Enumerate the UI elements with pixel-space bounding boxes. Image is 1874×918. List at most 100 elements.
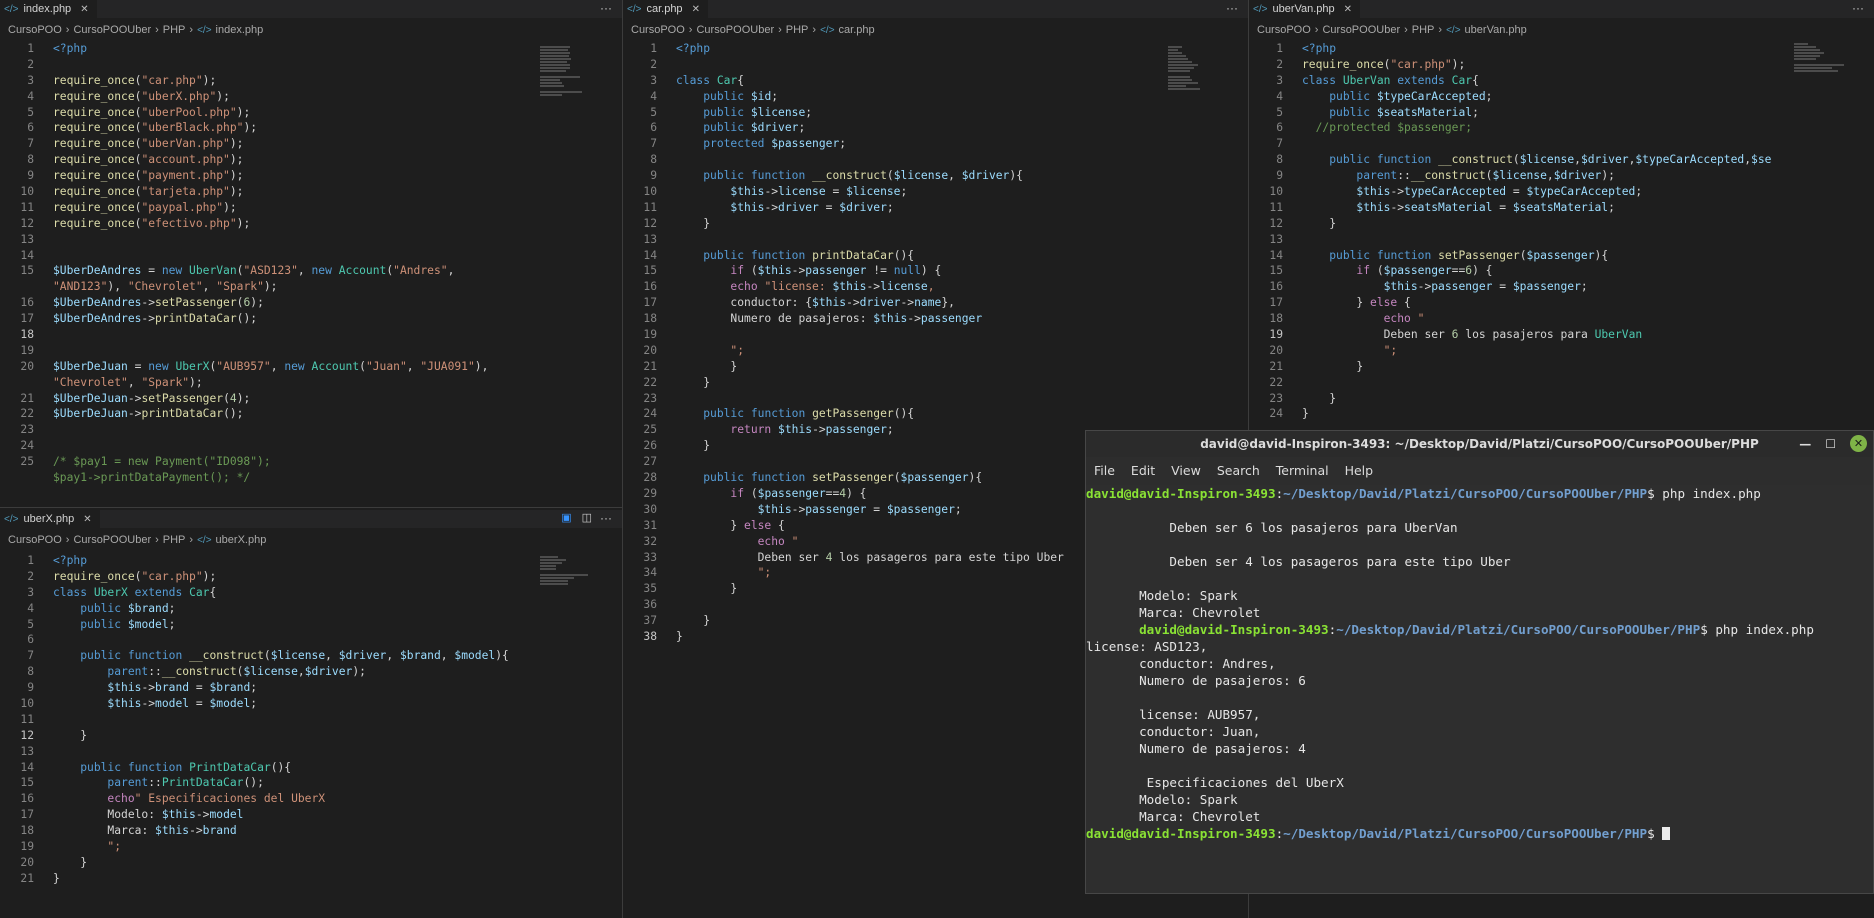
code-line[interactable]: 9 public function __construct($license, … <box>623 168 1248 184</box>
code-line[interactable]: 8 <box>623 152 1248 168</box>
code-line[interactable]: 22 $UberDeJuan->printDataCar(); <box>0 406 622 422</box>
code-line[interactable]: 14 public function setPassenger($passeng… <box>1249 248 1874 264</box>
code-line[interactable]: 16 $this->passenger = $passenger; <box>1249 279 1874 295</box>
code-line[interactable]: 6 //protected $passenger; <box>1249 120 1874 136</box>
close-icon[interactable]: ✕ <box>692 4 700 15</box>
code-line[interactable]: 1 <?php <box>0 553 622 569</box>
minimap[interactable] <box>1168 45 1228 115</box>
code-line[interactable]: 11 $this->seatsMaterial = $seatsMaterial… <box>1249 200 1874 216</box>
terminal-window[interactable]: david@david-Inspiron-3493: ~/Desktop/Dav… <box>1085 430 1874 894</box>
tab-index-php[interactable]: </> index.php ✕ <box>0 0 97 18</box>
code-line[interactable]: 16 echo "license: $this->license, <box>623 279 1248 295</box>
code-area[interactable]: 1 <?php 2 require_once("car.php"); 3 class Ub… <box>1249 41 1874 422</box>
code-line[interactable]: "Chevrolet", "Spark"); <box>0 375 622 391</box>
code-line[interactable]: 21 $UberDeJuan->setPassenger(4); <box>0 391 622 407</box>
minimap[interactable] <box>540 555 600 625</box>
more-actions-icon[interactable]: ··· <box>1852 1 1864 15</box>
code-line[interactable]: 20 } <box>0 855 622 871</box>
code-line[interactable]: 6 require_once("uberBlack.php"); <box>0 120 622 136</box>
code-line[interactable]: 14 public function PrintDataCar(){ <box>0 760 622 776</box>
more-actions-icon[interactable]: ··· <box>600 1 612 15</box>
code-line[interactable]: 12 } <box>1249 216 1874 232</box>
code-line[interactable]: 19 Deben ser 6 los pasajeros para UberVa… <box>1249 327 1874 343</box>
code-line[interactable]: 23 <box>0 422 622 438</box>
code-line[interactable]: 11 require_once("paypal.php"); <box>0 200 622 216</box>
code-line[interactable]: $pay1->printDataPayment(); */ <box>0 470 622 486</box>
code-line[interactable]: 1 <?php <box>623 41 1248 57</box>
code-line[interactable]: 21 } <box>623 359 1248 375</box>
code-line[interactable]: 24 public function getPassenger(){ <box>623 406 1248 422</box>
code-line[interactable]: 23 <box>623 391 1248 407</box>
breadcrumb-item[interactable]: index.php <box>216 24 264 36</box>
breadcrumb-item[interactable]: PHP <box>163 24 186 36</box>
code-line[interactable]: 7 <box>1249 136 1874 152</box>
code-line[interactable]: 4 require_once("uberX.php"); <box>0 89 622 105</box>
code-line[interactable]: 14 <box>0 248 622 264</box>
close-icon[interactable]: ✕ <box>1850 435 1867 452</box>
close-icon[interactable]: ✕ <box>1344 4 1352 15</box>
code-line[interactable]: 17 Modelo: $this->model <box>0 807 622 823</box>
code-line[interactable]: 25 /* $pay1 = new Payment("ID098"); <box>0 454 622 470</box>
code-line[interactable]: 8 require_once("account.php"); <box>0 152 622 168</box>
breadcrumb-item[interactable]: CursoPOO <box>631 24 685 36</box>
code-area[interactable]: 1 <?php 2 require_once("car.php"); 3 class Ub… <box>0 553 622 887</box>
code-line[interactable]: 24 <box>0 438 622 454</box>
minimize-icon[interactable]: — <box>1799 437 1811 451</box>
breadcrumb-item[interactable]: uberVan.php <box>1465 24 1527 36</box>
more-actions-icon[interactable]: ··· <box>1226 1 1238 15</box>
code-line[interactable]: 21} <box>0 871 622 887</box>
code-line[interactable]: 5 require_once("uberPool.php"); <box>0 105 622 121</box>
breadcrumb-item[interactable]: CursoPOO <box>8 24 62 36</box>
code-line[interactable]: 7 protected $passenger; <box>623 136 1248 152</box>
code-line[interactable]: 13 <box>0 744 622 760</box>
more-actions-icon[interactable]: ··· <box>600 511 612 525</box>
breadcrumb-item[interactable]: PHP <box>1412 24 1435 36</box>
code-line[interactable]: 22 <box>1249 375 1874 391</box>
code-line[interactable]: 19 <box>623 327 1248 343</box>
breadcrumb-item[interactable]: CursoPOOUber <box>1322 24 1400 36</box>
code-line[interactable]: 8 public function __construct($license,$… <box>1249 152 1874 168</box>
window-titlebar[interactable]: david@david-Inspiron-3493: ~/Desktop/Dav… <box>1086 431 1873 457</box>
code-line[interactable]: 18 Numero de pasajeros: $this->passenger <box>623 311 1248 327</box>
breadcrumb-item[interactable]: car.php <box>839 24 875 36</box>
pane-divider[interactable] <box>0 507 622 508</box>
code-line[interactable]: "AND123"), "Chevrolet", "Spark"); <box>0 279 622 295</box>
breadcrumb-item[interactable]: CursoPOO <box>1257 24 1311 36</box>
code-line[interactable]: 5 public $model; <box>0 617 622 633</box>
code-line[interactable]: 12 require_once("efectivo.php"); <box>0 216 622 232</box>
code-line[interactable]: 11 <box>0 712 622 728</box>
code-line[interactable]: 13 <box>1249 232 1874 248</box>
pane-divider[interactable] <box>622 0 623 918</box>
breadcrumb-item[interactable]: CursoPOO <box>8 534 62 546</box>
code-line[interactable]: 7 public function __construct($license, … <box>0 648 622 664</box>
code-line[interactable]: 2 require_once("car.php"); <box>1249 57 1874 73</box>
code-line[interactable]: 9 $this->brand = $brand; <box>0 680 622 696</box>
menu-view[interactable]: View <box>1171 463 1201 478</box>
code-line[interactable]: 3 class UberX extends Car{ <box>0 585 622 601</box>
code-line[interactable]: 16 $UberDeAndres->setPassenger(6); <box>0 295 622 311</box>
code-line[interactable]: 3 class UberVan extends Car{ <box>1249 73 1874 89</box>
breadcrumb-item[interactable]: PHP <box>786 24 809 36</box>
code-line[interactable]: 17 conductor: {$this->driver->name}, <box>623 295 1248 311</box>
code-line[interactable]: 15 parent::PrintDataCar(); <box>0 775 622 791</box>
breadcrumb-item[interactable]: CursoPOOUber <box>73 534 151 546</box>
breadcrumb-item[interactable]: uberX.php <box>216 534 267 546</box>
code-line[interactable]: 21 } <box>1249 359 1874 375</box>
code-line[interactable]: 4 public $id; <box>623 89 1248 105</box>
code-line[interactable]: 23 } <box>1249 391 1874 407</box>
minimap[interactable] <box>540 45 600 115</box>
split-editor-icon[interactable]: ◫ <box>582 511 592 524</box>
code-line[interactable]: 2 <box>623 57 1248 73</box>
code-line[interactable]: 2 require_once("car.php"); <box>0 569 622 585</box>
tab-uberx-php[interactable]: </> uberX.php ✕ <box>0 510 100 528</box>
menu-file[interactable]: File <box>1094 463 1115 478</box>
code-line[interactable]: 18 <box>0 327 622 343</box>
code-line[interactable]: 12 } <box>0 728 622 744</box>
code-line[interactable]: 9 parent::__construct($license,$driver); <box>1249 168 1874 184</box>
code-line[interactable]: 10 $this->model = $model; <box>0 696 622 712</box>
code-line[interactable]: 13 <box>0 232 622 248</box>
menu-help[interactable]: Help <box>1345 463 1374 478</box>
code-line[interactable]: 10 $this->typeCarAccepted = $typeCarAcce… <box>1249 184 1874 200</box>
code-line[interactable]: 15 if ($this->passenger != null) { <box>623 263 1248 279</box>
code-line[interactable]: 6 public $driver; <box>623 120 1248 136</box>
